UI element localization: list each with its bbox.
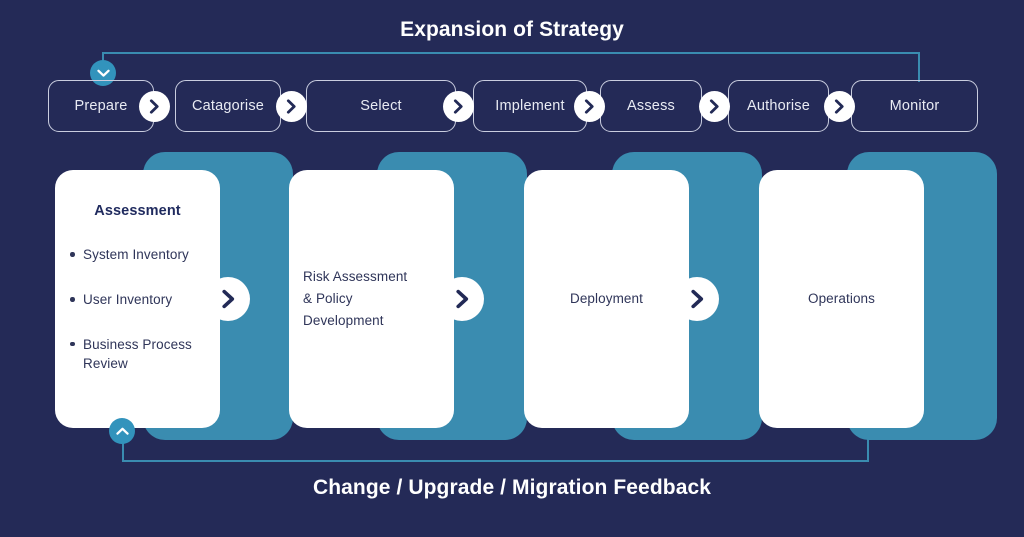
card-face: Operations xyxy=(759,170,924,428)
diagram-canvas: Expansion of Strategy Prepare Catagorise… xyxy=(0,0,1024,537)
list-item: Business Process Review xyxy=(69,335,206,374)
card-separator-3 xyxy=(675,277,719,321)
list-item: User Inventory xyxy=(69,290,206,310)
card-separator-2 xyxy=(440,277,484,321)
pipeline-separator-4 xyxy=(574,91,605,122)
page-title-bottom: Change / Upgrade / Migration Feedback xyxy=(312,476,712,499)
card-text-line: Deployment xyxy=(569,291,644,307)
pipeline-separator-2 xyxy=(276,91,307,122)
card-face: Risk Assessment & Policy Development xyxy=(289,170,454,428)
card-text-line: & Policy xyxy=(303,291,353,307)
pipeline-separator-6 xyxy=(824,91,855,122)
card-face: Deployment xyxy=(524,170,689,428)
phase-cards: Assessment System Inventory User Invento… xyxy=(0,0,1024,537)
card-bullet-list: System Inventory User Inventory Business… xyxy=(69,245,206,373)
pipeline-separator-3 xyxy=(443,91,474,122)
card-face: Assessment System Inventory User Invento… xyxy=(55,170,220,428)
card-separator-1 xyxy=(206,277,250,321)
card-text-line: Risk Assessment xyxy=(303,269,408,285)
card-title: Assessment xyxy=(94,203,181,219)
pipeline-separator-5 xyxy=(699,91,730,122)
card-text-line: Development xyxy=(303,312,384,328)
chevron-up-marker xyxy=(109,418,135,444)
chevron-up-icon xyxy=(115,427,129,436)
card-text-line: Operations xyxy=(807,291,876,307)
list-item: System Inventory xyxy=(69,245,206,265)
pipeline-separator-1 xyxy=(139,91,170,122)
